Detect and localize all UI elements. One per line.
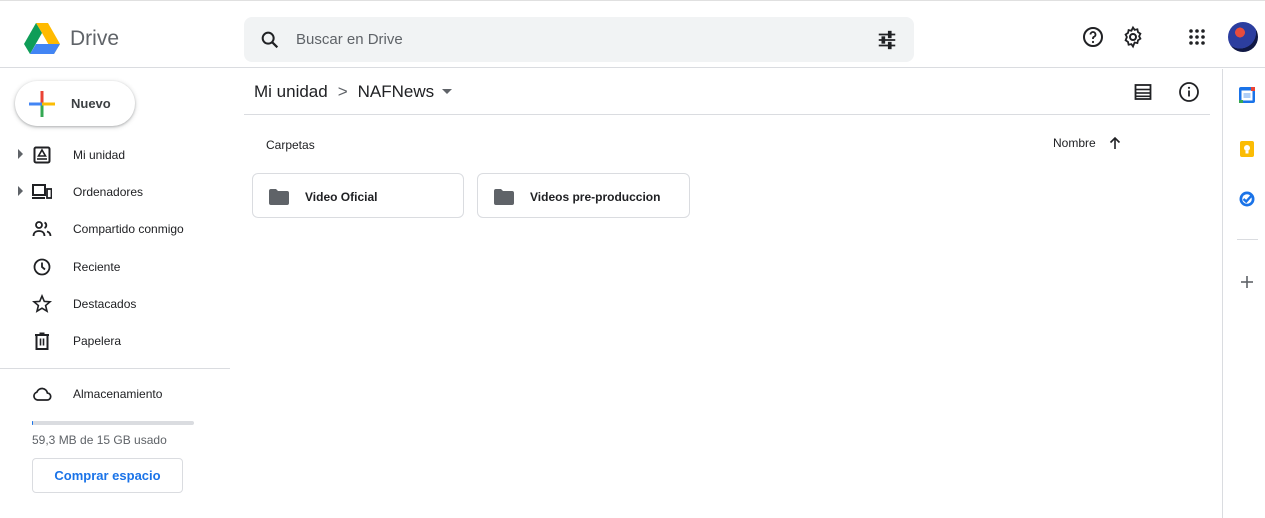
sidebar-item-label: Papelera [73,334,122,348]
folder-icon [269,189,289,205]
arrow-up-icon[interactable] [1108,136,1122,150]
tasks-icon[interactable] [1238,190,1256,208]
sidebar-item-papelera[interactable]: Papelera [0,325,230,357]
side-panel-separator [1237,239,1258,240]
expand-caret-icon[interactable] [18,186,23,196]
clock-icon [33,258,51,276]
main-divider [244,114,1210,115]
cloud-icon [33,387,52,401]
keep-icon[interactable] [1238,140,1256,158]
section-label-folders: Carpetas [266,138,315,152]
sidebar-item-almacenamiento[interactable]: Almacenamiento [0,378,230,410]
storage-usage-text: 59,3 MB de 15 GB usado [32,433,167,447]
shared-people-icon [32,221,52,237]
dropdown-arrow-icon[interactable] [442,89,453,95]
sidebar-item-ordenadores[interactable]: Ordenadores [0,176,230,208]
folder-name: Videos pre-produccion [530,190,661,204]
breadcrumb-current[interactable]: NAFNews [358,82,435,102]
new-button-label: Nuevo [71,96,111,111]
new-button[interactable]: Nuevo [15,81,135,126]
sidebar-item-label: Mi unidad [73,148,126,162]
sidebar-divider [0,368,230,369]
star-icon [32,294,52,313]
breadcrumb-separator: > [337,81,348,101]
folder-icon [494,189,514,205]
folder-card[interactable]: Videos pre-produccion [477,173,690,218]
computers-icon [32,184,52,199]
plus-icon [29,91,55,117]
search-input[interactable]: Buscar en Drive [296,31,403,48]
apps-grid-icon[interactable] [1185,25,1209,49]
sidebar-item-label: Destacados [73,297,137,311]
buy-storage-button[interactable]: Comprar espacio [32,458,183,493]
add-addon-plus-icon[interactable] [1238,273,1256,291]
brand-name[interactable]: Drive [70,27,119,51]
top-header: Drive Buscar en Drive [0,0,1265,68]
sidebar-item-reciente[interactable]: Reciente [0,251,230,283]
list-view-icon[interactable] [1133,82,1153,102]
help-icon[interactable] [1081,25,1105,49]
sidebar-item-label: Almacenamiento [73,387,163,401]
storage-usage-bar [32,421,194,425]
search-options-icon[interactable] [876,29,898,51]
breadcrumb-root[interactable]: Mi unidad [254,82,328,102]
search-bar[interactable]: Buscar en Drive [244,17,914,62]
search-icon[interactable] [259,29,281,51]
breadcrumb: Mi unidad > NAFNews [254,81,453,105]
sidebar-item-compartido[interactable]: Compartido conmigo [0,213,230,245]
account-avatar[interactable] [1228,22,1258,52]
folder-card[interactable]: Video Oficial [252,173,464,218]
settings-gear-icon[interactable] [1121,25,1145,49]
drive-logo-icon[interactable] [24,23,60,55]
info-icon[interactable] [1178,81,1200,103]
folder-name: Video Oficial [305,190,378,204]
sidebar-item-mi-unidad[interactable]: Mi unidad [0,139,230,171]
sidebar-item-destacados[interactable]: Destacados [0,288,230,320]
my-drive-icon [33,146,51,164]
sidebar-item-label: Reciente [73,260,121,274]
sidebar-item-label: Ordenadores [73,185,144,199]
sidebar-item-label: Compartido conmigo [73,222,184,236]
side-panel-divider [1222,69,1223,518]
storage-usage-fill [32,421,33,425]
calendar-icon[interactable] [1238,86,1256,104]
trash-icon [35,332,49,350]
expand-caret-icon[interactable] [18,149,23,159]
sort-by-name-button[interactable]: Nombre [1053,136,1096,150]
